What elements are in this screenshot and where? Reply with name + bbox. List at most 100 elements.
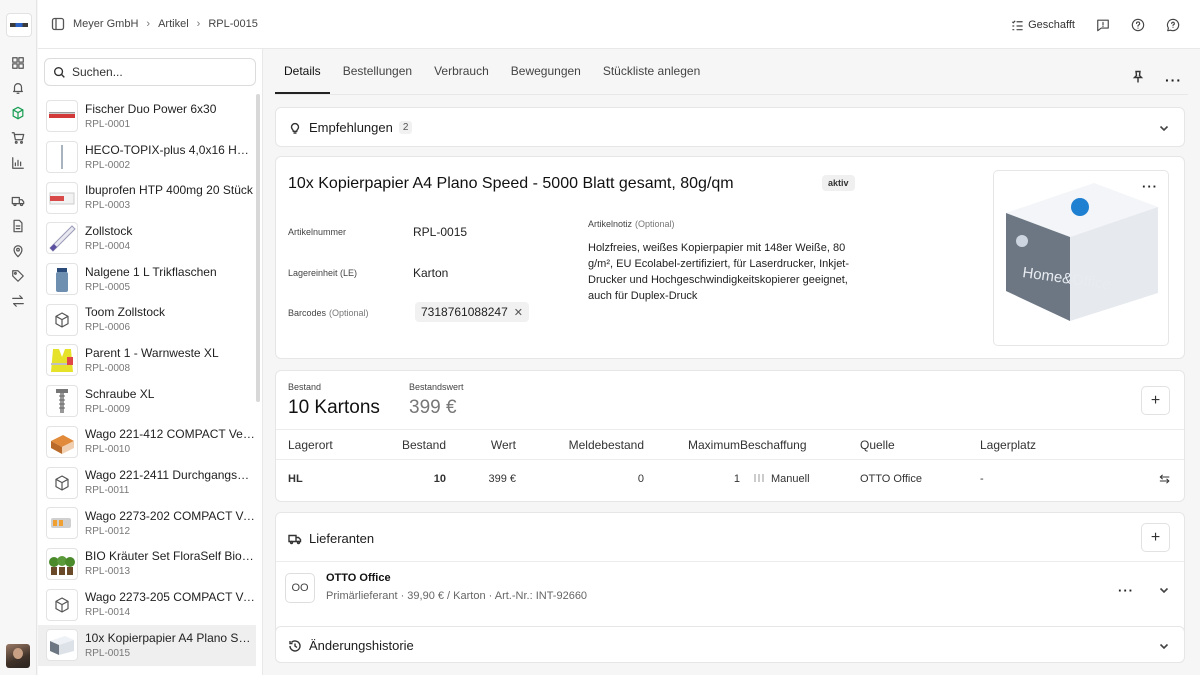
item-thumbnail [46,222,78,255]
box-icon[interactable] [10,105,26,121]
list-item[interactable]: Wago 221-412 COMPACT Verbin... RPL-0010 [38,422,256,463]
geschafft-button[interactable]: Geschafft [1011,19,1075,32]
column-header[interactable]: Meldebestand [516,429,644,460]
chart-icon[interactable] [10,155,26,171]
tag-icon[interactable] [10,268,26,284]
add-supplier-button[interactable]: + [1141,523,1170,552]
chevron-down-icon[interactable] [1158,583,1170,601]
cell-wert: 399 € [446,460,516,498]
breadcrumb-company[interactable]: Meyer GmbH [73,18,138,30]
location-pin-icon[interactable] [10,243,26,259]
barcodes-label-text: Barcodes [288,308,327,318]
company-logo[interactable] [6,13,32,37]
article-list-pane: Fischer Duo Power 6x30 RPL-0001 HECO-TOPIX… [38,49,263,675]
item-name: Nalgene 1 L Trikflaschen [85,264,217,279]
item-name: Wago 221-2411 Durchgangsverbi... [85,468,255,483]
item-name: 10x Kopierpapier A4 Plano Spe... [85,630,255,645]
note-text[interactable]: Holzfreies, weißes Kopierpapier mit 148e… [588,240,863,304]
item-thumbnail [46,263,78,296]
column-header[interactable]: Bestand [376,429,446,460]
add-stock-button[interactable]: + [1141,386,1170,415]
column-header[interactable]: Beschaffung [740,429,860,460]
item-thumbnail [46,588,78,621]
article-list: Fischer Duo Power 6x30 RPL-0001 HECO-TOPIX… [38,96,256,666]
list-item[interactable]: Wago 2273-202 COMPACT Ver... RPL-0012 [38,503,256,544]
stock-label: Bestand [288,382,322,392]
storage-unit-value[interactable]: Karton [413,266,448,280]
item-name: Zollstock [85,223,133,238]
supplier-name[interactable]: OTTO Office [326,572,391,584]
article-number-value[interactable]: RPL-0015 [413,225,467,239]
chevron-down-icon[interactable] [1158,639,1170,657]
tab-bestellungen[interactable]: Bestellungen [334,64,421,94]
photo-more-icon[interactable]: ··· [1142,179,1158,194]
list-item[interactable]: Wago 2273-205 COMPACT Ver... RPL-0014 [38,584,256,625]
cell-maximum: 1 [644,460,740,498]
bell-icon[interactable] [10,80,26,96]
supplier-avatar: OO [285,573,315,603]
top-bar: Meyer GmbH › Artikel › RPL-0015 Geschaff… [38,0,1200,49]
optional-tag: (Optional) [329,308,369,318]
list-item[interactable]: Zollstock RPL-0004 [38,218,256,259]
list-item[interactable]: Parent 1 - Warnweste XL RPL-0008 [38,340,256,381]
item-code: RPL-0009 [85,403,131,415]
list-item[interactable]: Toom Zollstock RPL-0006 [38,299,256,340]
chevron-down-icon[interactable] [1158,121,1170,139]
recommendations-card[interactable]: Empfehlungen 2 [275,107,1185,147]
user-avatar[interactable] [6,644,30,668]
truck-icon[interactable] [10,193,26,209]
search-input[interactable] [72,65,242,79]
list-item[interactable]: Wago 221-2411 Durchgangsverbi... RPL-0011 [38,462,256,503]
item-code: RPL-0006 [85,322,131,334]
dashboard-icon[interactable] [10,55,26,71]
table-row[interactable]: HL 10 399 € 0 1 Manuell OTTO Office - ⇆ [276,460,1184,498]
pin-icon[interactable] [1131,70,1145,89]
list-item[interactable]: Ibuprofen HTP 400mg 20 Stück RPL-0003 [38,177,256,218]
tab-verbrauch[interactable]: Verbrauch [425,64,498,94]
article-title[interactable]: 10x Kopierpapier A4 Plano Speed - 5000 B… [288,175,734,193]
tab-stückliste-anlegen[interactable]: Stückliste anlegen [594,64,709,94]
breadcrumb-current: RPL-0015 [208,18,258,30]
support-chat-icon[interactable] [1165,17,1181,33]
column-header[interactable]: Lagerort [276,429,376,460]
item-code: RPL-0013 [85,566,131,578]
item-code: RPL-0011 [85,485,130,497]
transfer-icon[interactable] [10,293,26,309]
item-name: Toom Zollstock [85,305,166,320]
list-item[interactable]: Nalgene 1 L Trikflaschen RPL-0005 [38,259,256,300]
list-item[interactable]: Schraube XL RPL-0009 [38,381,256,422]
column-header[interactable]: Wert [446,429,516,460]
column-header[interactable]: Quelle [860,429,980,460]
help-icon[interactable] [1130,17,1146,33]
checklist-icon [1012,19,1023,30]
document-icon[interactable] [10,218,26,234]
item-code: RPL-0004 [85,240,131,252]
list-item[interactable]: Fischer Duo Power 6x30 RPL-0001 [38,96,256,137]
transfer-stock-icon[interactable]: ⇆ [1159,471,1170,486]
feedback-icon[interactable] [1095,17,1111,33]
stock-table: Lagerort Bestand Wert Meldebestand Maximum Be… [276,429,1184,498]
history-card[interactable]: Änderungshistorie [275,626,1185,663]
column-header[interactable]: Lagerplatz [980,429,1140,460]
item-thumbnail [46,629,78,662]
item-thumbnail [46,303,78,336]
cart-icon[interactable] [10,130,26,146]
tab-bewegungen[interactable]: Bewegungen [502,64,590,94]
list-item[interactable]: 10x Kopierpapier A4 Plano Spe... RPL-0015 [38,624,256,666]
supplier-more-icon[interactable]: ··· [1118,583,1134,598]
more-options-icon[interactable]: ··· [1165,73,1182,87]
status-badge[interactable]: aktiv [822,175,855,191]
list-scrollbar[interactable] [256,94,260,402]
column-header[interactable]: Maximum [644,429,740,460]
stock-value: 10 Kartons [288,397,380,418]
truck-icon [288,534,302,544]
breadcrumb-articles[interactable]: Artikel [158,18,189,30]
article-photo[interactable]: Home&Office ··· [993,170,1169,346]
barcode-chip[interactable]: 7318761088247 ✕ [415,302,529,322]
tab-details[interactable]: Details [275,64,330,94]
remove-icon[interactable]: ✕ [514,306,523,319]
sidebar-toggle-icon[interactable] [51,17,65,31]
list-item[interactable]: BIO Kräuter Set FloraSelf Bio Gri... RPL-… [38,544,256,585]
search-box[interactable] [44,58,256,86]
list-item[interactable]: HECO-TOPIX-plus 4,0x16 HD-20 RPL-0002 [38,137,256,178]
